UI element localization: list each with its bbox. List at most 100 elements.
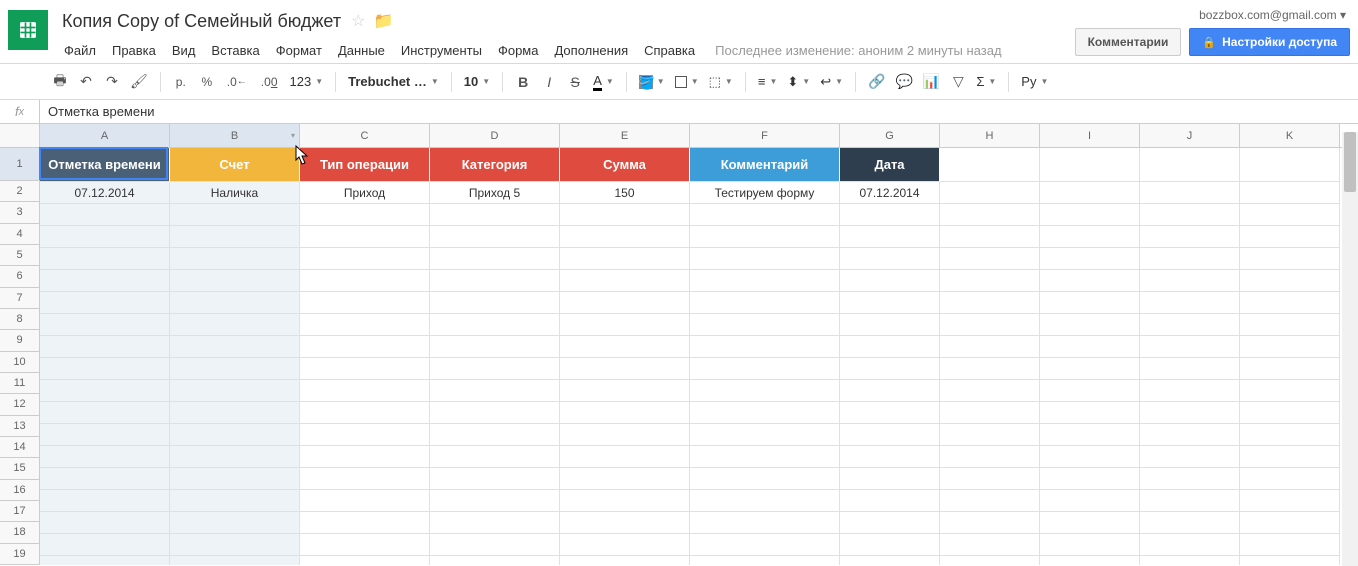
cell-I1[interactable] (1040, 148, 1140, 182)
cell-C12[interactable] (300, 402, 430, 424)
cell-K15[interactable] (1240, 468, 1340, 490)
filter-icon[interactable]: ▽ (946, 69, 970, 95)
cell-C4[interactable] (300, 226, 430, 248)
cell-K4[interactable] (1240, 226, 1340, 248)
row-header-1[interactable]: 1 (0, 148, 40, 181)
comments-button[interactable]: Комментарии (1075, 28, 1182, 56)
cell-E19[interactable] (560, 556, 690, 565)
cell-D14[interactable] (430, 446, 560, 468)
cell-I16[interactable] (1040, 490, 1140, 512)
row-header-17[interactable]: 17 (0, 501, 40, 522)
cell-E17[interactable] (560, 512, 690, 534)
document-title[interactable]: Копия Copy of Семейный бюджет (56, 9, 347, 34)
col-header-H[interactable]: H (940, 124, 1040, 147)
cell-I13[interactable] (1040, 424, 1140, 446)
col-header-I[interactable]: I (1040, 124, 1140, 147)
cell-J6[interactable] (1140, 270, 1240, 292)
folder-icon[interactable]: 📁 (373, 11, 393, 31)
cell-F13[interactable] (690, 424, 840, 446)
input-language-button[interactable]: Ру▼ (1017, 69, 1052, 95)
cell-C5[interactable] (300, 248, 430, 270)
row-header-12[interactable]: 12 (0, 394, 40, 415)
row-header-4[interactable]: 4 (0, 224, 40, 245)
v-align-button[interactable]: ⬍▼ (783, 69, 814, 95)
cell-I10[interactable] (1040, 358, 1140, 380)
cell-G5[interactable] (840, 248, 940, 270)
cell-J10[interactable] (1140, 358, 1240, 380)
cell-K17[interactable] (1240, 512, 1340, 534)
cell-G11[interactable] (840, 380, 940, 402)
menu-data[interactable]: Данные (330, 39, 393, 62)
cell-B1[interactable]: Счет (170, 148, 300, 182)
cell-I6[interactable] (1040, 270, 1140, 292)
row-header-18[interactable]: 18 (0, 522, 40, 543)
cell-K10[interactable] (1240, 358, 1340, 380)
cell-C19[interactable] (300, 556, 430, 565)
row-header-8[interactable]: 8 (0, 309, 40, 330)
cell-D5[interactable] (430, 248, 560, 270)
col-header-A[interactable]: A (40, 124, 170, 147)
cell-C3[interactable] (300, 204, 430, 226)
italic-button[interactable]: I (537, 69, 561, 95)
cell-C1[interactable]: Тип операции (300, 148, 430, 182)
cell-K7[interactable] (1240, 292, 1340, 314)
cell-G9[interactable] (840, 336, 940, 358)
cell-J1[interactable] (1140, 148, 1240, 182)
cell-J16[interactable] (1140, 490, 1240, 512)
cell-G7[interactable] (840, 292, 940, 314)
cell-B12[interactable] (170, 402, 300, 424)
cell-J5[interactable] (1140, 248, 1240, 270)
cell-B2[interactable]: Наличка (170, 182, 300, 204)
cell-B17[interactable] (170, 512, 300, 534)
cell-D12[interactable] (430, 402, 560, 424)
cell-C11[interactable] (300, 380, 430, 402)
cell-A18[interactable] (40, 534, 170, 556)
cell-E14[interactable] (560, 446, 690, 468)
cell-B9[interactable] (170, 336, 300, 358)
cell-K8[interactable] (1240, 314, 1340, 336)
cell-G12[interactable] (840, 402, 940, 424)
insert-link-icon[interactable]: 🔗 (864, 69, 889, 95)
cell-H10[interactable] (940, 358, 1040, 380)
cell-B6[interactable] (170, 270, 300, 292)
cell-F16[interactable] (690, 490, 840, 512)
cell-I18[interactable] (1040, 534, 1140, 556)
cell-J19[interactable] (1140, 556, 1240, 565)
cell-G4[interactable] (840, 226, 940, 248)
cell-F11[interactable] (690, 380, 840, 402)
menu-insert[interactable]: Вставка (203, 39, 267, 62)
cell-A9[interactable] (40, 336, 170, 358)
cell-A3[interactable] (40, 204, 170, 226)
row-header-9[interactable]: 9 (0, 330, 40, 351)
cell-H13[interactable] (940, 424, 1040, 446)
cell-K19[interactable] (1240, 556, 1340, 565)
cell-D2[interactable]: Приход 5 (430, 182, 560, 204)
menu-form[interactable]: Форма (490, 39, 547, 62)
select-all-corner[interactable] (0, 124, 40, 147)
cell-A16[interactable] (40, 490, 170, 512)
formula-input[interactable]: Отметка времени (40, 104, 155, 119)
cell-K11[interactable] (1240, 380, 1340, 402)
cell-G10[interactable] (840, 358, 940, 380)
cell-F8[interactable] (690, 314, 840, 336)
col-header-J[interactable]: J (1140, 124, 1240, 147)
fill-color-button[interactable]: 🪣▼ (635, 69, 669, 95)
bold-button[interactable]: B (511, 69, 535, 95)
h-align-button[interactable]: ≡▼ (754, 69, 782, 95)
cell-E3[interactable] (560, 204, 690, 226)
cell-D8[interactable] (430, 314, 560, 336)
cell-K1[interactable] (1240, 148, 1340, 182)
col-header-F[interactable]: F (690, 124, 840, 147)
cell-F15[interactable] (690, 468, 840, 490)
cell-C10[interactable] (300, 358, 430, 380)
row-header-7[interactable]: 7 (0, 288, 40, 309)
cell-C16[interactable] (300, 490, 430, 512)
cell-I4[interactable] (1040, 226, 1140, 248)
cell-I19[interactable] (1040, 556, 1140, 565)
sheets-logo[interactable] (8, 10, 48, 50)
cell-G17[interactable] (840, 512, 940, 534)
insert-chart-icon[interactable]: 📊 (919, 69, 944, 95)
cell-G16[interactable] (840, 490, 940, 512)
cell-F17[interactable] (690, 512, 840, 534)
cell-I7[interactable] (1040, 292, 1140, 314)
